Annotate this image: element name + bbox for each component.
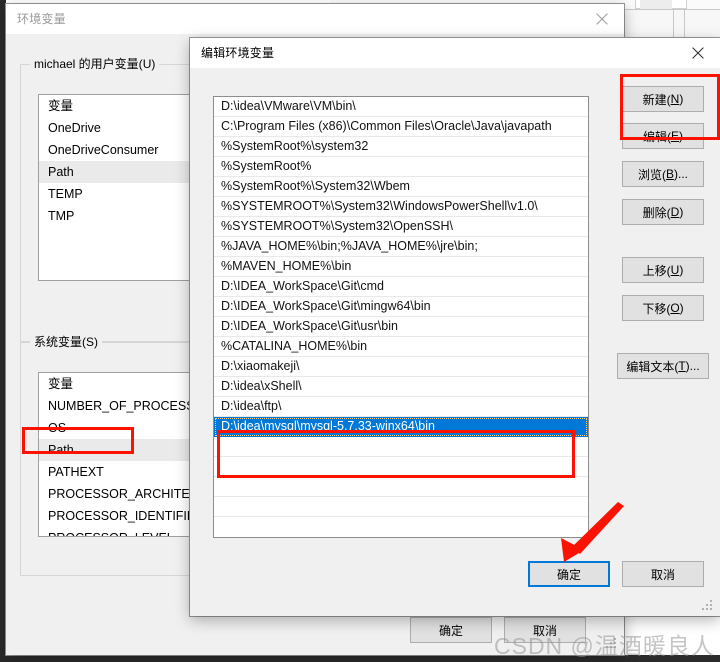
edit-dialog-ok-button[interactable]: 确定	[528, 561, 610, 587]
edit-dialog-cancel-button[interactable]: 取消	[622, 561, 704, 587]
edit-dialog-resize-grip[interactable]	[702, 600, 714, 612]
path-row[interactable]: %SYSTEMROOT%\System32\WindowsPowerShell\…	[214, 197, 588, 217]
path-row-empty[interactable]	[214, 497, 588, 517]
edit-dialog-close-icon[interactable]	[675, 38, 720, 68]
background-window-toolbar-ghost	[640, 0, 672, 9]
move-up-button[interactable]: 上移(U)	[622, 257, 704, 283]
path-row[interactable]: %SystemRoot%\System32\Wbem	[214, 177, 588, 197]
path-row[interactable]: D:\xiaomakeji\	[214, 357, 588, 377]
path-row[interactable]: D:\idea\xShell\	[214, 377, 588, 397]
path-row[interactable]: %MAVEN_HOME%\bin	[214, 257, 588, 277]
edit-dialog-titlebar: 编辑环境变量	[190, 38, 720, 69]
edit-button[interactable]: 编辑(E)	[622, 123, 704, 149]
path-row-selected[interactable]: D:\idea\mysql\mysql-5.7.33-winx64\bin	[214, 417, 588, 437]
path-row[interactable]: D:\IDEA_WorkSpace\Git\usr\bin	[214, 317, 588, 337]
new-button[interactable]: 新建(N)	[622, 86, 704, 112]
path-row[interactable]: D:\idea\ftp\	[214, 397, 588, 417]
path-row[interactable]: %JAVA_HOME%\bin;%JAVA_HOME%\jre\bin;	[214, 237, 588, 257]
path-row[interactable]: %SystemRoot%\system32	[214, 137, 588, 157]
path-row[interactable]: D:\IDEA_WorkSpace\Git\cmd	[214, 277, 588, 297]
path-row[interactable]: D:\idea\VMware\VM\bin\	[214, 97, 588, 117]
env-window-titlebar: 环境变量	[6, 4, 624, 35]
browse-button[interactable]: 浏览(B)...	[622, 161, 704, 187]
path-row-empty[interactable]	[214, 437, 588, 457]
path-row[interactable]: %SYSTEMROOT%\System32\OpenSSH\	[214, 217, 588, 237]
path-row-empty[interactable]	[214, 477, 588, 497]
move-down-button[interactable]: 下移(O)	[622, 295, 704, 321]
path-row-empty[interactable]	[214, 457, 588, 477]
env-window-close-icon[interactable]	[579, 4, 624, 34]
screenshot-root: 环境变量 michael 的用户变量(U) 变量 OneDrive OneDri…	[0, 0, 720, 662]
path-entries-listbox[interactable]: D:\idea\VMware\VM\bin\ C:\Program Files …	[213, 96, 589, 538]
delete-button[interactable]: 删除(D)	[622, 199, 704, 225]
env-window-title: 环境变量	[17, 12, 66, 26]
path-row[interactable]: C:\Program Files (x86)\Common Files\Orac…	[214, 117, 588, 137]
path-row[interactable]: D:\IDEA_WorkSpace\Git\mingw64\bin	[214, 297, 588, 317]
edit-text-button[interactable]: 编辑文本(T)...	[617, 353, 709, 379]
edit-environment-variable-dialog: 编辑环境变量 D:\idea\VMware\VM\bin\ C:\Program…	[190, 38, 720, 616]
edit-dialog-title: 编辑环境变量	[201, 46, 275, 60]
env-ok-button[interactable]: 确定	[410, 617, 492, 643]
user-variables-group-label: michael 的用户变量(U)	[30, 57, 160, 71]
system-variables-group-label: 系统变量(S)	[30, 335, 103, 349]
path-row[interactable]: %SystemRoot%	[214, 157, 588, 177]
csdn-watermark: CSDN @温酒暖良人	[494, 633, 715, 659]
path-row[interactable]: %CATALINA_HOME%\bin	[214, 337, 588, 357]
